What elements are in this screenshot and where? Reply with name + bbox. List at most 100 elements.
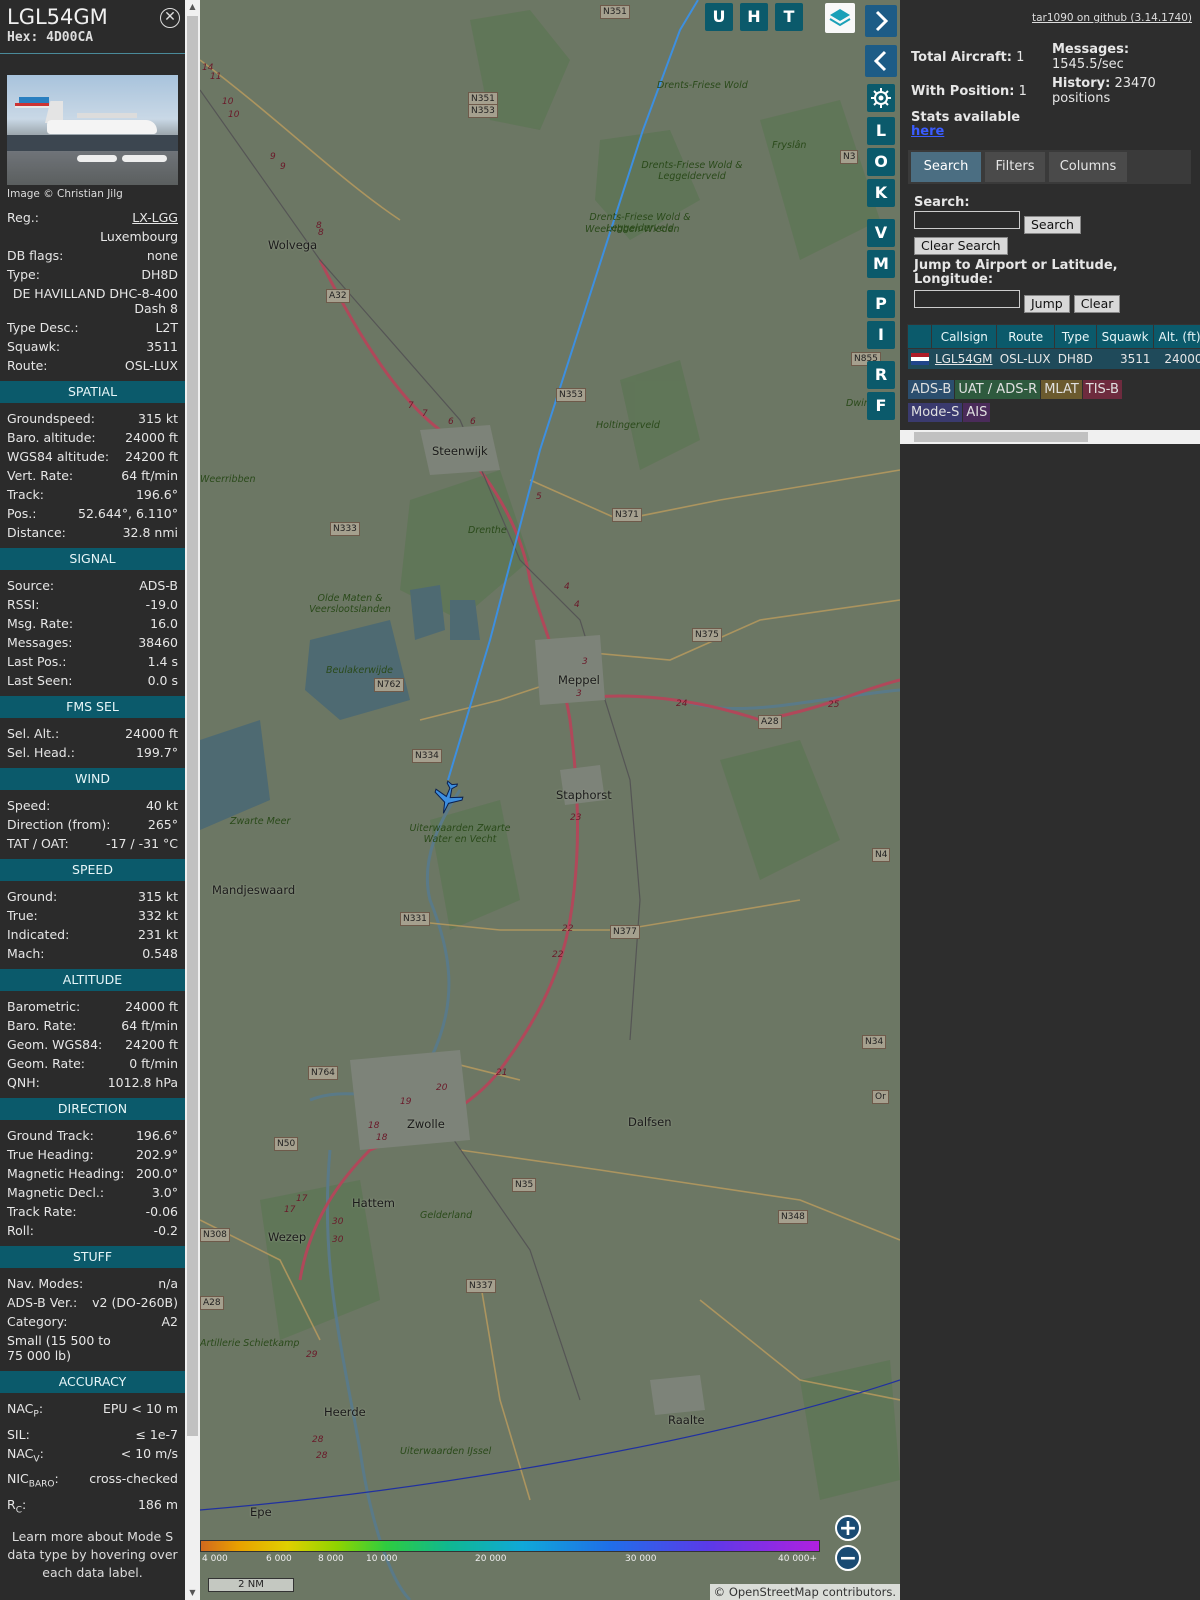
- rc-label: RC:: [7, 1496, 27, 1516]
- map-button-o[interactable]: O: [867, 148, 895, 176]
- nicbaro-row: NICBARO: cross-checked: [7, 1469, 178, 1495]
- callsign-title: LGL54GM: [7, 5, 108, 29]
- alt-tick: 20 000: [475, 1554, 507, 1564]
- collapse-sidebar-icon[interactable]: [865, 45, 897, 77]
- close-icon[interactable]: ✕: [160, 8, 180, 28]
- signal-value: ADS-B: [139, 578, 178, 593]
- signal-label: Msg. Rate:: [7, 616, 74, 631]
- map-button-f[interactable]: F: [867, 392, 895, 420]
- search-input[interactable]: [914, 211, 1020, 229]
- table-row[interactable]: LGL54GM OSL-LUX DH8D 3511 24000: [907, 348, 1200, 369]
- map-place-label: Staphorst: [556, 788, 612, 802]
- search-button[interactable]: Search: [1023, 216, 1081, 234]
- spatial-label: Groundspeed:: [7, 411, 95, 426]
- map-button-i[interactable]: I: [867, 321, 895, 349]
- map-place-label: Hattem: [352, 1196, 395, 1210]
- category-value: A2: [161, 1314, 178, 1329]
- spatial-row: WGS84 altitude: 24200 ft: [7, 447, 178, 466]
- scroll-down-arrow-icon[interactable]: ▼: [185, 1586, 200, 1600]
- spatial-value: 315 kt: [138, 411, 178, 426]
- source-badge: MLAT: [1041, 380, 1082, 399]
- map-button-r[interactable]: R: [867, 361, 895, 389]
- clear-button[interactable]: Clear: [1073, 295, 1121, 313]
- source-badge: ADS-B: [908, 380, 955, 399]
- signal-row: Last Seen: 0.0 s: [7, 671, 178, 690]
- fmssel-row: Sel. Head.: 199.7°: [7, 743, 178, 762]
- right-sidebar: tar1090 on github (3.14.1740) Total Airc…: [900, 0, 1200, 1600]
- speed-row: Mach: 0.548: [7, 944, 178, 963]
- jump-input[interactable]: [914, 290, 1020, 308]
- clear-search-button[interactable]: Clear Search: [914, 237, 1008, 255]
- table-horizontal-scrollbar[interactable]: [900, 430, 1200, 444]
- route-value: OSL-LUX: [124, 358, 178, 373]
- zoom-out-icon[interactable]: −: [835, 1545, 861, 1571]
- aircraft-photo[interactable]: [7, 75, 178, 185]
- wind-row: TAT / OAT: -17 / -31 °C: [7, 834, 178, 853]
- adsbver-value: v2 (DO-260B): [92, 1295, 178, 1310]
- tab-columns[interactable]: Columns: [1049, 152, 1127, 182]
- flag-column-header[interactable]: [906, 324, 933, 349]
- nacv-label: NACV:: [7, 1445, 44, 1465]
- tab-filters[interactable]: Filters: [985, 152, 1045, 182]
- map-button-k[interactable]: K: [867, 179, 895, 207]
- cell-callsign[interactable]: LGL54GM: [931, 348, 997, 369]
- layers-icon[interactable]: [825, 3, 855, 33]
- scrollbar-thumb[interactable]: [914, 432, 1088, 442]
- wind-row: Direction (from): 265°: [7, 815, 178, 834]
- type-full-name: DE HAVILLAND DHC-8-400 Dash 8: [12, 286, 178, 316]
- map-button-l[interactable]: L: [867, 117, 895, 145]
- map-area-label: Drents-Friese Wold: [657, 80, 748, 91]
- expand-sidebar-icon[interactable]: [865, 5, 897, 37]
- map-button-p[interactable]: P: [867, 290, 895, 318]
- scroll-up-arrow-icon[interactable]: ▲: [185, 0, 200, 14]
- map-area-label: Zwarte Meer: [230, 816, 291, 827]
- column-header-type[interactable]: Type: [1054, 324, 1098, 349]
- alt-tick: 4 000: [202, 1554, 228, 1564]
- stats-here-link[interactable]: here: [911, 124, 944, 139]
- info-panel-scrollbar[interactable]: ▲ ▼: [185, 0, 200, 1600]
- direction-label: Ground Track:: [7, 1128, 94, 1143]
- column-header-altitude[interactable]: Alt. (ft): [1153, 324, 1200, 349]
- altitude-row: Geom. Rate: 0 ft/min: [7, 1054, 178, 1073]
- github-link[interactable]: tar1090 on github (3.14.1740): [1032, 12, 1192, 24]
- speed-value: 231 kt: [138, 927, 178, 942]
- section-direction: DIRECTION: [0, 1098, 185, 1120]
- column-header-callsign[interactable]: Callsign: [931, 324, 998, 349]
- column-header-route[interactable]: Route: [996, 324, 1056, 349]
- reg-link[interactable]: LX-LGG: [132, 208, 178, 227]
- map-exit-number: 17: [284, 1205, 296, 1215]
- signal-value: 38460: [138, 635, 178, 650]
- settings-gear-icon[interactable]: [867, 84, 895, 112]
- search-label: Search:: [914, 195, 970, 210]
- wind-list: Speed: 40 kt Direction (from): 265° TAT / OA…: [7, 796, 178, 853]
- direction-row: Ground Track: 196.6°: [7, 1126, 178, 1145]
- map-road-shield: N377: [610, 925, 640, 939]
- map-button-u[interactable]: U: [705, 3, 733, 31]
- map-button-m[interactable]: M: [867, 250, 895, 278]
- jump-button[interactable]: Jump: [1023, 295, 1070, 313]
- column-header-squawk[interactable]: Squawk: [1096, 324, 1155, 349]
- map-view[interactable]: Wolvega Steenwijk Meppel Staphorst Zwolle Dal…: [200, 0, 900, 1600]
- cell-route: OSL-LUX: [996, 348, 1055, 369]
- map-place-label: Raalte: [668, 1413, 705, 1427]
- speed-label: True:: [7, 908, 38, 923]
- tab-search[interactable]: Search: [911, 152, 981, 182]
- map-exit-number: 10: [228, 110, 240, 120]
- speed-value: 332 kt: [138, 908, 178, 923]
- map-button-h[interactable]: H: [740, 3, 768, 31]
- map-button-t[interactable]: T: [775, 3, 803, 31]
- table-header-row: Callsign Route Type Squawk Alt. (ft): [906, 324, 1200, 349]
- altitude-label: QNH:: [7, 1075, 40, 1090]
- spatial-value: 32.8 nmi: [122, 525, 178, 540]
- map-exit-number: 6: [448, 417, 454, 427]
- dbflags-row: DB flags: none: [7, 246, 178, 265]
- map-button-v[interactable]: V: [867, 219, 895, 247]
- scrollbar-thumb[interactable]: [187, 16, 198, 1436]
- history-count: History: 23470 positions: [1052, 76, 1156, 106]
- map-exit-number: 22: [552, 950, 564, 960]
- map-place-label: Dalfsen: [628, 1115, 672, 1129]
- altitude-value: 24000 ft: [125, 999, 178, 1014]
- cell-squawk: 3511: [1096, 348, 1154, 369]
- map-area-label: Holtingerveld: [596, 420, 660, 431]
- zoom-in-icon[interactable]: +: [835, 1515, 861, 1541]
